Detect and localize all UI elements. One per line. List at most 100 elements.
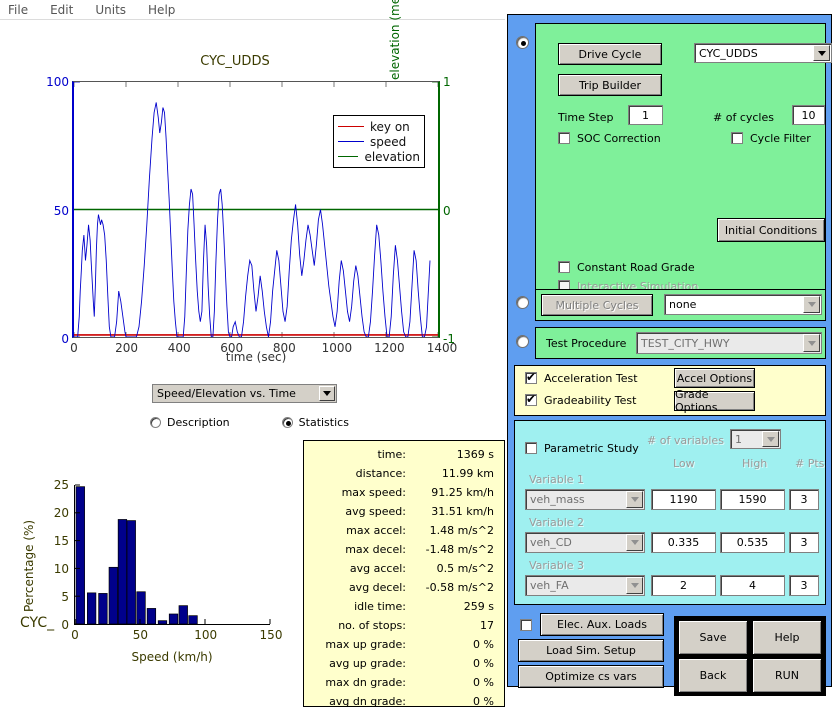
chevron-down-icon xyxy=(626,534,643,551)
parametric-col-pts: # Pts xyxy=(795,457,824,470)
parametric-high-input: 0.535 xyxy=(720,532,785,553)
drive-cycle-y-tick: 0 xyxy=(61,332,69,346)
cycle-filter-checkbox[interactable] xyxy=(731,132,743,144)
action-button-group: Save Help Back RUN xyxy=(674,616,826,696)
accel-options-button[interactable]: Accel Options xyxy=(674,368,755,388)
radio-statistics[interactable]: Statistics xyxy=(282,416,349,429)
radio-statistics-label: Statistics xyxy=(299,416,349,429)
statistics-row-value: 0 % xyxy=(422,676,494,689)
statistics-row: avg accel:0.5 m/s^2 xyxy=(310,559,494,578)
menu-bar: File Edit Units Help xyxy=(0,0,505,20)
histogram-x-tick: 150 xyxy=(260,628,283,642)
optimize-cs-vars-button[interactable]: Optimize cs vars xyxy=(518,665,664,688)
drive-cycle-button[interactable]: Drive Cycle xyxy=(558,43,662,65)
run-button[interactable]: RUN xyxy=(752,658,822,693)
drive-cycle-legend: key on speed elevation xyxy=(333,115,425,168)
statistics-row-value: -0.58 m/s^2 xyxy=(422,581,494,594)
cycle-filter-label: Cycle Filter xyxy=(750,132,811,145)
legend-label-elevation: elevation xyxy=(364,150,420,164)
back-button[interactable]: Back xyxy=(678,658,748,693)
elec-aux-loads-checkbox[interactable] xyxy=(520,619,532,631)
menu-item-file[interactable]: File xyxy=(8,3,28,17)
parametric-pts-input: 3 xyxy=(789,575,819,596)
elec-aux-loads-button[interactable]: Elec. Aux. Loads xyxy=(540,613,664,636)
parametric-variable-name: veh_FA xyxy=(530,579,569,592)
radio-description[interactable]: Description xyxy=(150,416,230,429)
parametric-study-label: Parametric Study xyxy=(544,442,639,455)
radio-statistics-dot xyxy=(282,417,293,428)
parametric-col-low: Low xyxy=(673,457,695,470)
chevron-down-icon[interactable] xyxy=(319,386,335,401)
load-sim-setup-button[interactable]: Load Sim. Setup xyxy=(518,639,664,662)
statistics-row-value: 11.99 km xyxy=(422,467,494,480)
initial-conditions-button[interactable]: Initial Conditions xyxy=(717,218,825,242)
chevron-down-icon xyxy=(626,577,643,594)
radio-drive-cycle-mode[interactable] xyxy=(516,36,529,49)
parametric-study-panel: Parametric Study # of variables 1 Low Hi… xyxy=(514,420,826,605)
statistics-row: time:1369 s xyxy=(310,445,494,464)
radio-description-label: Description xyxy=(167,416,230,429)
statistics-row: idle time:259 s xyxy=(310,597,494,616)
statistics-row-label: max accel: xyxy=(310,524,422,537)
statistics-row-value: -1.48 m/s^2 xyxy=(422,543,494,556)
legend-label-key-on: key on xyxy=(370,120,410,134)
parametric-variable-title: Variable 2 xyxy=(529,516,584,529)
histogram-y-axis-label: Percentage (%) xyxy=(22,520,36,612)
statistics-row: max decel:-1.48 m/s^2 xyxy=(310,540,494,559)
statistics-row: no. of stops:17 xyxy=(310,616,494,635)
menu-item-units[interactable]: Units xyxy=(95,3,126,17)
chevron-down-icon[interactable] xyxy=(813,45,830,61)
drive-cycle-y-tick: 50 xyxy=(54,204,69,218)
left-pane: CYC_UDDS speed (km/h) elevation (meters)… xyxy=(0,20,505,687)
drive-cycle-panel: Drive Cycle Trip Builder CYC_UDDS Time S… xyxy=(535,23,826,295)
grade-options-button[interactable]: Grade Options xyxy=(674,391,755,411)
radio-multiple-cycles-mode[interactable] xyxy=(516,296,529,309)
statistics-row-label: max dn grade: xyxy=(310,676,422,689)
test-procedure-combo-value: TEST_CITY_HWY xyxy=(641,337,730,350)
constant-road-grade-label: Constant Road Grade xyxy=(577,261,695,274)
parametric-variable-combo: veh_CD xyxy=(525,532,645,553)
constant-road-grade-checkbox[interactable] xyxy=(558,261,570,273)
statistics-row-value: 0 % xyxy=(422,638,494,651)
statistics-row-value: 0 % xyxy=(422,695,494,708)
plot-view-selector-value: Speed/Elevation vs. Time xyxy=(157,387,296,400)
radio-test-procedure-mode[interactable] xyxy=(516,335,529,348)
soc-correction-checkbox[interactable] xyxy=(558,132,570,144)
test-procedure-combo: TEST_CITY_HWY xyxy=(636,332,822,354)
statistics-row-value: 0.5 m/s^2 xyxy=(422,562,494,575)
num-cycles-input[interactable]: 10 xyxy=(792,105,825,125)
save-button[interactable]: Save xyxy=(678,620,748,655)
menu-item-help[interactable]: Help xyxy=(148,3,175,17)
statistics-row-label: no. of stops: xyxy=(310,619,422,632)
num-variables-label: # of variables xyxy=(647,434,724,447)
gradeability-test-checkbox[interactable] xyxy=(525,394,537,406)
plot-view-selector[interactable]: Speed/Elevation vs. Time xyxy=(152,384,337,403)
cycle-select-combo[interactable]: CYC_UDDS xyxy=(694,43,832,63)
acceleration-test-label: Acceleration Test xyxy=(544,372,638,385)
menu-item-edit[interactable]: Edit xyxy=(50,3,73,17)
parametric-variable-combo: veh_mass xyxy=(525,489,645,510)
statistics-row-value: 259 s xyxy=(422,600,494,613)
histogram-bars xyxy=(76,487,197,624)
statistics-row-label: max up grade: xyxy=(310,638,422,651)
histogram-axes: 0510152025 050100150 xyxy=(74,485,270,625)
drive-cycle-y-tick: 100 xyxy=(46,75,69,89)
statistics-row-label: avg accel: xyxy=(310,562,422,575)
statistics-row-value: 1.48 m/s^2 xyxy=(422,524,494,537)
help-button[interactable]: Help xyxy=(752,620,822,655)
statistics-row: avg decel:-0.58 m/s^2 xyxy=(310,578,494,597)
time-step-input[interactable]: 1 xyxy=(628,105,663,125)
trip-builder-button[interactable]: Trip Builder xyxy=(558,74,662,96)
histogram-y-tick: 25 xyxy=(54,478,69,492)
histogram-y-tick: 20 xyxy=(54,506,69,520)
parametric-pts-input: 3 xyxy=(789,532,819,553)
acceleration-test-checkbox[interactable] xyxy=(525,372,537,384)
view-mode-radio-group: Description Statistics xyxy=(150,416,380,429)
statistics-row-label: idle time: xyxy=(310,600,422,613)
parametric-variable-title: Variable 1 xyxy=(529,473,584,486)
histogram-x-tick: 50 xyxy=(133,628,148,642)
statistics-row-label: time: xyxy=(310,448,422,461)
speed-histogram-plot: Percentage (%) 0510152025 050100150 CYC_… xyxy=(0,460,300,707)
parametric-study-checkbox[interactable] xyxy=(525,442,537,454)
statistics-row-label: max speed: xyxy=(310,486,422,499)
